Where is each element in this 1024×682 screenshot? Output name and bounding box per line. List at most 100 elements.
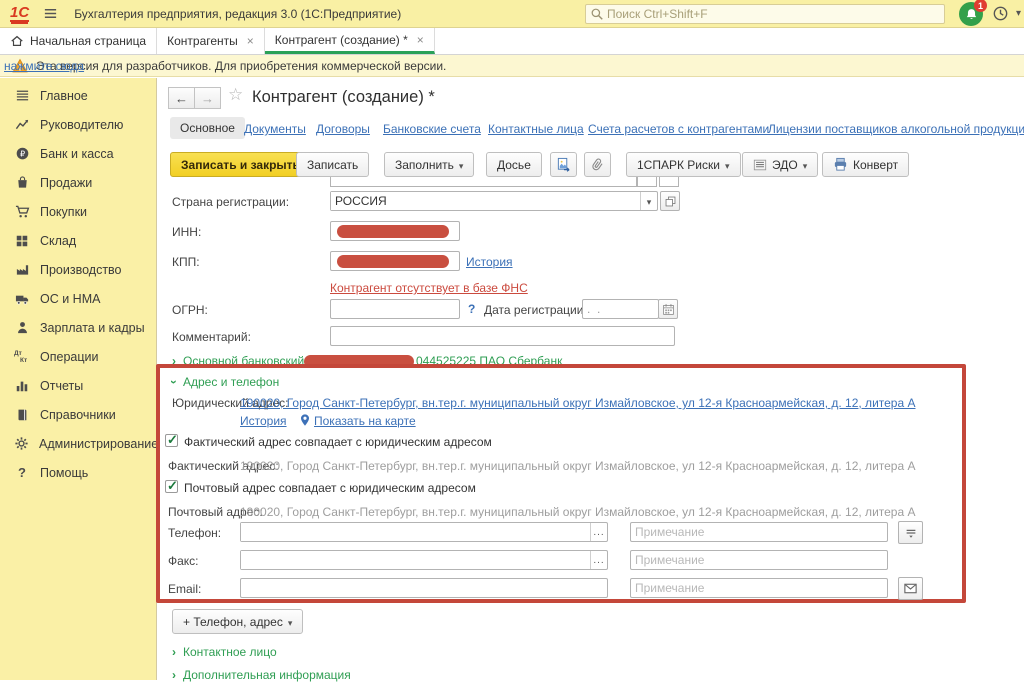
sidebar-item-warehouse[interactable]: Склад	[0, 226, 156, 255]
sidebar-item-production[interactable]: Производство	[0, 255, 156, 284]
trend-chart-icon	[14, 117, 30, 133]
nav-link-contracts[interactable]: Договоры	[316, 122, 370, 136]
sidebar-item-bank-cash[interactable]: ₽ Банк и касса	[0, 139, 156, 168]
nav-link-bank-accounts[interactable]: Банковские счета	[383, 122, 481, 136]
sidebar-item-manager[interactable]: Руководителю	[0, 110, 156, 139]
comment-label: Комментарий:	[172, 330, 251, 344]
fax-field[interactable]	[240, 550, 608, 570]
window-title: Бухгалтерия предприятия, редакция 3.0 (1…	[74, 7, 401, 21]
country-input[interactable]	[331, 192, 640, 210]
fax-note-input[interactable]	[630, 550, 888, 570]
ellipsis-button[interactable]	[590, 523, 607, 541]
sidebar-item-label: Склад	[40, 234, 76, 248]
ogrn-input[interactable]	[330, 299, 460, 319]
history-clock-icon[interactable]	[992, 5, 1009, 25]
clipped-dropdown-button[interactable]	[637, 177, 657, 187]
ellipsis-button[interactable]	[590, 551, 607, 569]
address-phone-section[interactable]: Адрес и телефон	[172, 375, 279, 389]
clipped-field[interactable]	[330, 177, 637, 187]
sections-panel: Главное Руководителю ₽ Банк и касса Прод…	[0, 78, 157, 680]
sidebar-item-main[interactable]: Главное	[0, 81, 156, 110]
sidebar-item-sales[interactable]: Продажи	[0, 168, 156, 197]
send-email-button[interactable]	[898, 577, 923, 600]
legal-address-history-link[interactable]: История	[240, 414, 287, 428]
attachments-button[interactable]	[584, 152, 611, 177]
chevron-down-icon	[647, 194, 652, 208]
post-equals-legal-checkbox[interactable]	[165, 480, 178, 493]
edo-button[interactable]: ЭДО	[742, 152, 818, 177]
email-note-input[interactable]	[630, 578, 888, 598]
sidebar-item-label: Руководителю	[40, 118, 123, 132]
main-menu-icon[interactable]	[43, 6, 58, 21]
button-label: ЭДО	[772, 158, 798, 172]
save-button[interactable]: Записать	[296, 152, 369, 177]
envelope-print-button[interactable]: Конверт	[822, 152, 909, 177]
tab-home[interactable]: Начальная страница	[0, 28, 157, 54]
fns-missing-link[interactable]: Контрагент отсутствует в базе ФНС	[330, 281, 528, 295]
forward-button[interactable]	[194, 87, 221, 109]
tab-counterparties[interactable]: Контрагенты	[157, 28, 265, 54]
tab-label: Начальная страница	[30, 34, 146, 48]
phone-label: Телефон:	[168, 526, 221, 540]
phone-field[interactable]	[240, 522, 608, 542]
tab-counterparty-new[interactable]: Контрагент (создание) *	[265, 28, 435, 54]
open-country-button[interactable]	[660, 191, 680, 211]
edo-stack-icon	[753, 158, 767, 172]
sidebar-item-references[interactable]: Справочники	[0, 400, 156, 429]
nav-link-alcohol-licenses[interactable]: Лицензии поставщиков алкогольной продукц…	[768, 122, 1024, 136]
chevron-right-icon	[172, 354, 176, 368]
back-button[interactable]	[168, 87, 195, 109]
sidebar-item-os-nma[interactable]: ОС и НМА	[0, 284, 156, 313]
sidebar-item-help[interactable]: ? Помощь	[0, 458, 156, 487]
ogrn-help-button[interactable]: ?	[468, 302, 475, 316]
dossier-button[interactable]: Досье	[486, 152, 542, 177]
nav-link-documents[interactable]: Документы	[244, 122, 306, 136]
sidebar-item-label: Справочники	[40, 408, 116, 422]
shopping-bag-icon	[14, 175, 30, 191]
chevron-down-icon[interactable]: ▾	[1016, 8, 1021, 19]
phone-note-input[interactable]	[630, 522, 888, 542]
nav-link-settlement-accounts[interactable]: Счета расчетов с контрагентами	[588, 122, 769, 136]
legal-address-link[interactable]: 190020, Город Санкт-Петербург, вн.тер.г.…	[240, 396, 916, 410]
close-icon[interactable]	[247, 34, 254, 48]
calendar-button[interactable]	[658, 299, 678, 319]
contact-person-section[interactable]: Контактное лицо	[172, 645, 277, 659]
nav-link-contact-persons[interactable]: Контактные лица	[488, 122, 584, 136]
sidebar-item-purchases[interactable]: Покупки	[0, 197, 156, 226]
fact-equals-legal-checkbox[interactable]	[165, 434, 178, 447]
fax-input[interactable]	[241, 551, 590, 569]
buy-commercial-link[interactable]: нажмите сюда	[4, 59, 84, 73]
chevron-expanded-icon	[172, 375, 176, 389]
save-close-button[interactable]: Записать и закрыть	[170, 152, 311, 177]
close-icon[interactable]	[417, 33, 424, 47]
bar-chart-icon	[14, 378, 30, 394]
kpp-history-link[interactable]: История	[466, 255, 513, 269]
sidebar-item-salary-hr[interactable]: Зарплата и кадры	[0, 313, 156, 342]
fact-equals-legal-label: Фактический адрес совпадает с юридически…	[184, 435, 492, 449]
search-input[interactable]	[607, 7, 940, 21]
phone-input[interactable]	[241, 523, 590, 541]
factory-icon	[14, 262, 30, 278]
phone-menu-button[interactable]	[898, 521, 923, 544]
sidebar-item-operations[interactable]: Операции	[0, 342, 156, 371]
favorite-star-icon[interactable]	[228, 85, 243, 105]
sidebar-item-administration[interactable]: Администрирование	[0, 429, 156, 458]
reg-date-input[interactable]	[582, 299, 659, 319]
sidebar-item-reports[interactable]: Отчеты	[0, 371, 156, 400]
nav-tab-main[interactable]: Основное	[170, 117, 245, 139]
fill-button[interactable]: Заполнить	[384, 152, 474, 177]
button-label: Досье	[497, 158, 531, 172]
show-on-map-link[interactable]: Показать на карте	[314, 414, 416, 428]
global-search[interactable]	[585, 4, 945, 24]
attach-image-button[interactable]	[550, 152, 577, 177]
comment-input[interactable]	[330, 326, 675, 346]
email-input[interactable]	[240, 578, 608, 598]
clipped-open-button[interactable]	[659, 177, 679, 187]
notifications-bell-icon[interactable]: 1	[959, 2, 983, 26]
chevron-down-icon[interactable]	[640, 192, 657, 210]
country-field[interactable]	[330, 191, 658, 211]
spark-risks-button[interactable]: 1СПАРК Риски	[626, 152, 741, 177]
question-icon: ?	[14, 465, 30, 481]
add-phone-address-button[interactable]: + Телефон, адрес	[172, 609, 303, 634]
developer-version-warning: ! Эта версия для разработчиков. Для прио…	[0, 55, 1024, 77]
